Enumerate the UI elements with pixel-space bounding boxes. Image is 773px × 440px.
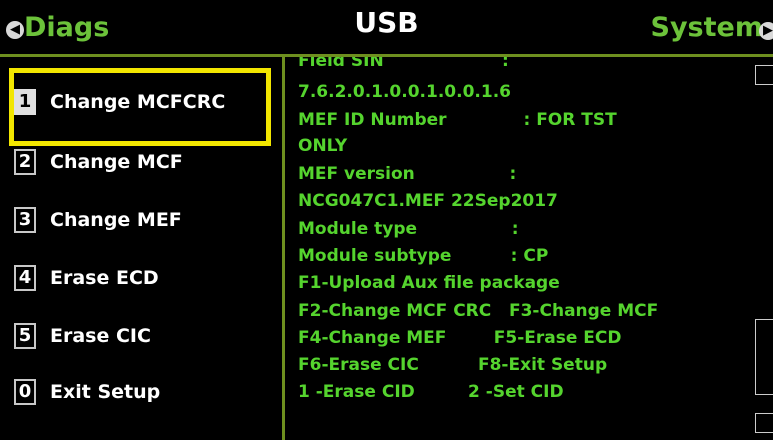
menu-item-erase-ecd[interactable]: 4 Erase ECD	[14, 261, 159, 295]
info-line: 1 -Erase CID 2 -Set CID	[298, 382, 564, 402]
menu-item-label: Erase CIC	[50, 325, 151, 347]
info-line: F6-Erase CIC F8-Exit Setup	[298, 355, 608, 375]
menu-item-change-mef[interactable]: 3 Change MEF	[14, 203, 182, 237]
menu-item-label: Erase ECD	[50, 267, 159, 289]
info-line: F2-Change MCF CRC F3-Change MCF	[298, 301, 659, 321]
info-line: 7.6.2.0.1.0.0.1.0.0.1.6	[298, 82, 511, 102]
nav-system-label: System	[650, 12, 763, 43]
menu-item-label: Change MEF	[50, 209, 182, 231]
info-line: ONLY	[298, 136, 348, 156]
scroll-thumb[interactable]	[755, 319, 773, 395]
menu-key: 4	[14, 265, 36, 291]
scroll-track[interactable]	[753, 57, 773, 440]
info-line: F1-Upload Aux file package	[298, 273, 560, 293]
menu-item-label: Exit Setup	[50, 381, 161, 403]
menu-item-change-mcf[interactable]: 2 Change MCF	[14, 145, 183, 179]
header-bar: ◀ Diags USB System ▶	[0, 0, 773, 57]
right-arrow-icon[interactable]: ▶	[759, 22, 773, 40]
scroll-down-box[interactable]	[755, 413, 773, 433]
menu-item-label: Change MCF	[50, 151, 183, 173]
scroll-up-box[interactable]	[755, 65, 773, 85]
info-line: F4-Change MEF F5-Erase ECD	[298, 328, 622, 348]
info-line: MEF ID Number : FOR TST	[298, 110, 617, 130]
info-panel: Field SIN : 7.6.2.0.1.0.0.1.0.0.1.6 MEF …	[288, 57, 753, 440]
menu-key: 2	[14, 149, 36, 175]
menu-key: 3	[14, 207, 36, 233]
info-line: Module subtype : CP	[298, 246, 549, 266]
menu-item-exit-setup[interactable]: 0 Exit Setup	[14, 375, 160, 409]
info-line: MEF version :	[298, 164, 517, 184]
info-line: Field SIN :	[298, 57, 509, 71]
nav-system-button[interactable]: System	[651, 12, 763, 43]
info-line: Module type :	[298, 219, 519, 239]
menu-key: 0	[14, 379, 36, 405]
menu-item-erase-cic[interactable]: 5 Erase CIC	[14, 319, 151, 353]
selection-highlight	[9, 68, 271, 146]
info-line: NCG047C1.MEF 22Sep2017	[298, 191, 558, 211]
menu-key: 5	[14, 323, 36, 349]
